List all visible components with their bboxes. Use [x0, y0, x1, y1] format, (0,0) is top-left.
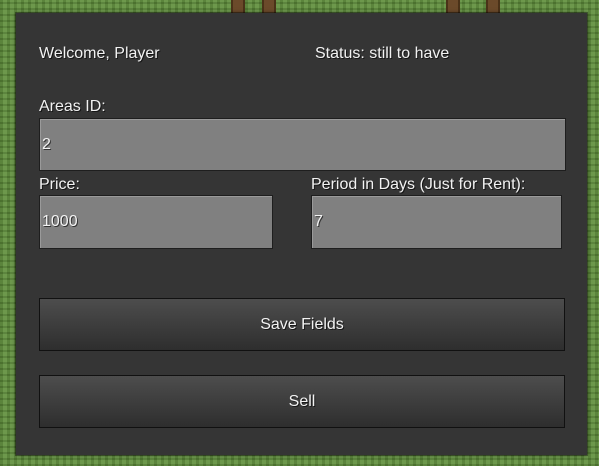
save-fields-button[interactable]: Save Fields	[39, 298, 565, 351]
welcome-text: Welcome, Player	[39, 45, 160, 62]
price-label: Price:	[39, 176, 80, 193]
period-days-input[interactable]	[311, 195, 562, 249]
background-fence-post	[262, 0, 276, 14]
background-fence-post	[446, 0, 460, 14]
sell-button[interactable]: Sell	[39, 375, 565, 428]
area-dialog-panel: Welcome, Player Status: still to have Ar…	[16, 13, 587, 455]
period-days-label: Period in Days (Just for Rent):	[311, 176, 526, 193]
areas-id-input[interactable]	[39, 118, 566, 171]
areas-id-label: Areas ID:	[39, 98, 106, 115]
background-fence-post	[231, 0, 245, 14]
background-fence-post	[486, 0, 500, 14]
price-input[interactable]	[39, 195, 273, 249]
status-text: Status: still to have	[315, 45, 450, 62]
